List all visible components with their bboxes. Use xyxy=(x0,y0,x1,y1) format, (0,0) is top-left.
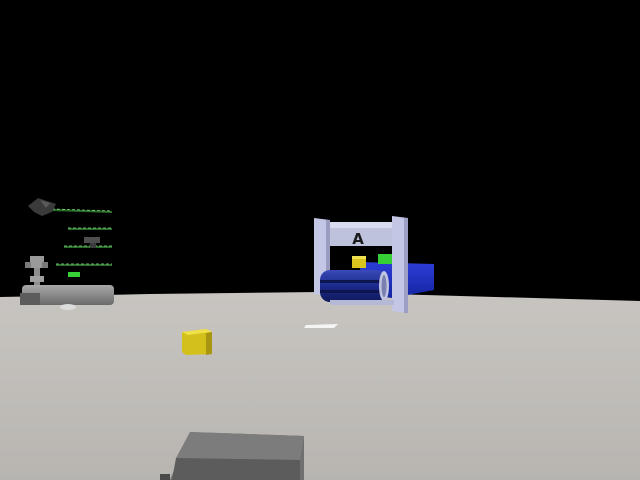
robot-status-light xyxy=(68,272,80,277)
station-label: A xyxy=(352,230,364,248)
ground-plane xyxy=(0,292,640,480)
robot-camera xyxy=(84,237,100,243)
conveyor-roller xyxy=(320,270,389,302)
sim-viewport[interactable]: A xyxy=(0,0,640,480)
yellow-cube[interactable] xyxy=(182,329,212,355)
green-marker xyxy=(378,254,392,264)
